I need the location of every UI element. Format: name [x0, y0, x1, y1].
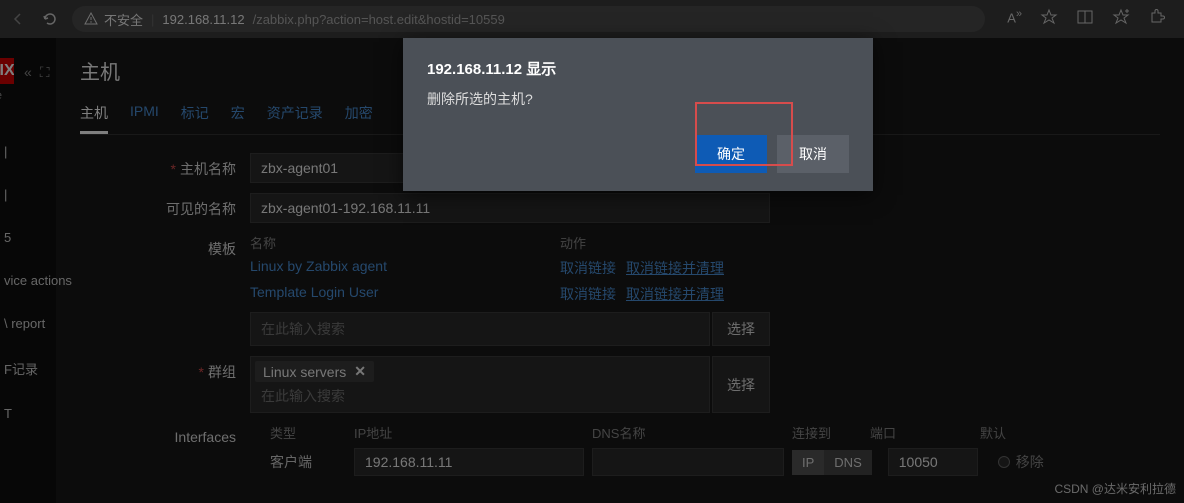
watermark: CSDN @达米安利拉德: [1054, 480, 1176, 497]
confirm-dialog: 192.168.11.12 显示 删除所选的主机? 确定 取消: [403, 38, 873, 191]
dialog-title: 192.168.11.12 显示: [427, 58, 849, 79]
dialog-message: 删除所选的主机?: [427, 89, 849, 109]
cancel-button[interactable]: 取消: [777, 135, 849, 173]
ok-button[interactable]: 确定: [695, 135, 767, 173]
